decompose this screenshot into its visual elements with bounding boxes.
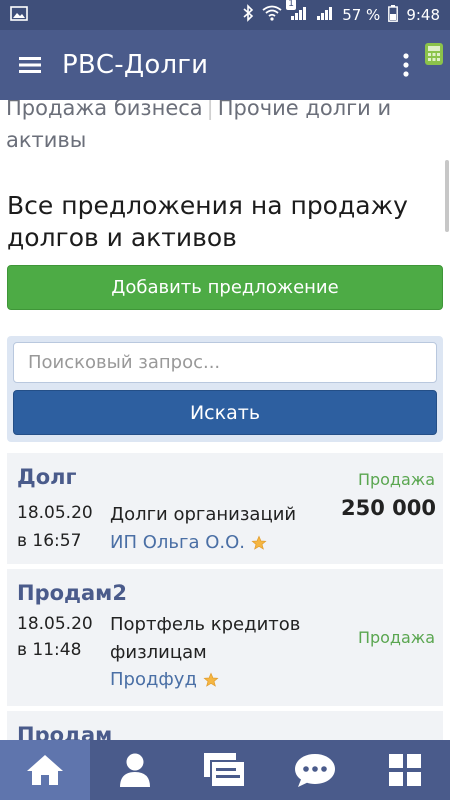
- listing-date: 18.05.20: [17, 614, 93, 634]
- bottom-navigation: [0, 740, 450, 800]
- listing-description-line2: физлицам: [110, 642, 207, 663]
- category-separator: |: [206, 100, 214, 120]
- nav-apps[interactable]: [360, 740, 450, 800]
- apps-icon: [389, 754, 421, 786]
- signal-1-icon: 1: [286, 0, 308, 25]
- category-links: Продажа бизнеса | Прочие долги и активы: [6, 100, 426, 156]
- listing-title[interactable]: Долг: [17, 465, 76, 489]
- home-icon: [27, 755, 63, 785]
- star-icon: [251, 534, 267, 550]
- listing-title[interactable]: Продам2: [17, 581, 127, 605]
- listing-author[interactable]: Продфуд: [110, 669, 219, 690]
- sim-number-badge: 1: [286, 0, 296, 10]
- more-options-button[interactable]: [394, 30, 418, 100]
- listing-description: Долги организаций: [110, 504, 297, 525]
- page-heading: Все предложения на продажу долгов и акти…: [7, 191, 408, 252]
- calculator-icon: [425, 43, 443, 65]
- status-bar: 1 57 % 9:48: [0, 0, 450, 30]
- battery-icon: [388, 4, 399, 26]
- offers-icon: [204, 753, 246, 788]
- app-title: РВС-Долги: [62, 50, 209, 80]
- star-icon: [203, 671, 219, 687]
- listing-author[interactable]: ИП Ольга О.О.: [110, 532, 267, 553]
- add-offer-button[interactable]: Добавить предложение: [7, 265, 443, 310]
- search-input[interactable]: [13, 342, 437, 383]
- battery-percent: 57 %: [342, 6, 381, 24]
- chat-icon: [295, 754, 335, 787]
- nav-profile[interactable]: [90, 740, 180, 800]
- clock: 9:48: [406, 6, 440, 24]
- listing-item[interactable]: Продам: [7, 711, 443, 740]
- menu-button[interactable]: [0, 30, 60, 100]
- author-name[interactable]: ИП Ольга О.О.: [110, 532, 245, 553]
- listing-item[interactable]: Долг 18.05.20 в 16:57 Долги организаций …: [7, 453, 443, 564]
- listing-type: Продажа: [357, 628, 435, 647]
- signal-2-icon: [316, 5, 334, 25]
- gallery-notification-icon: [10, 5, 28, 25]
- listing-description-line1: Портфель кредитов: [110, 614, 301, 635]
- author-name[interactable]: Продфуд: [110, 669, 197, 690]
- nav-chat[interactable]: [270, 740, 360, 800]
- listing-date: 18.05.20: [17, 503, 93, 523]
- listing-price: 250 000: [341, 496, 436, 520]
- listing-time: в 11:48: [17, 640, 82, 660]
- scrollbar[interactable]: [445, 160, 449, 232]
- hamburger-icon: [19, 57, 41, 73]
- search-panel: Искать: [7, 336, 443, 442]
- category-link-business[interactable]: Продажа бизнеса: [6, 100, 203, 120]
- profile-icon: [120, 753, 150, 787]
- nav-offers[interactable]: [180, 740, 270, 800]
- more-vertical-icon: [403, 53, 409, 77]
- app-bar: РВС-Долги: [0, 30, 450, 100]
- nav-home[interactable]: [0, 740, 90, 800]
- listing-item[interactable]: Продам2 18.05.20 в 11:48 Портфель кредит…: [7, 569, 443, 706]
- wifi-icon: [262, 5, 282, 25]
- calculator-badge[interactable]: [418, 30, 450, 100]
- bluetooth-icon: [242, 4, 254, 26]
- listing-title[interactable]: Продам: [17, 723, 112, 740]
- search-button[interactable]: Искать: [13, 390, 437, 435]
- main-content: Продажа бизнеса | Прочие долги и активы Вс…: [0, 100, 450, 740]
- listing-type: Продажа: [357, 470, 435, 489]
- listing-time: в 16:57: [17, 531, 82, 551]
